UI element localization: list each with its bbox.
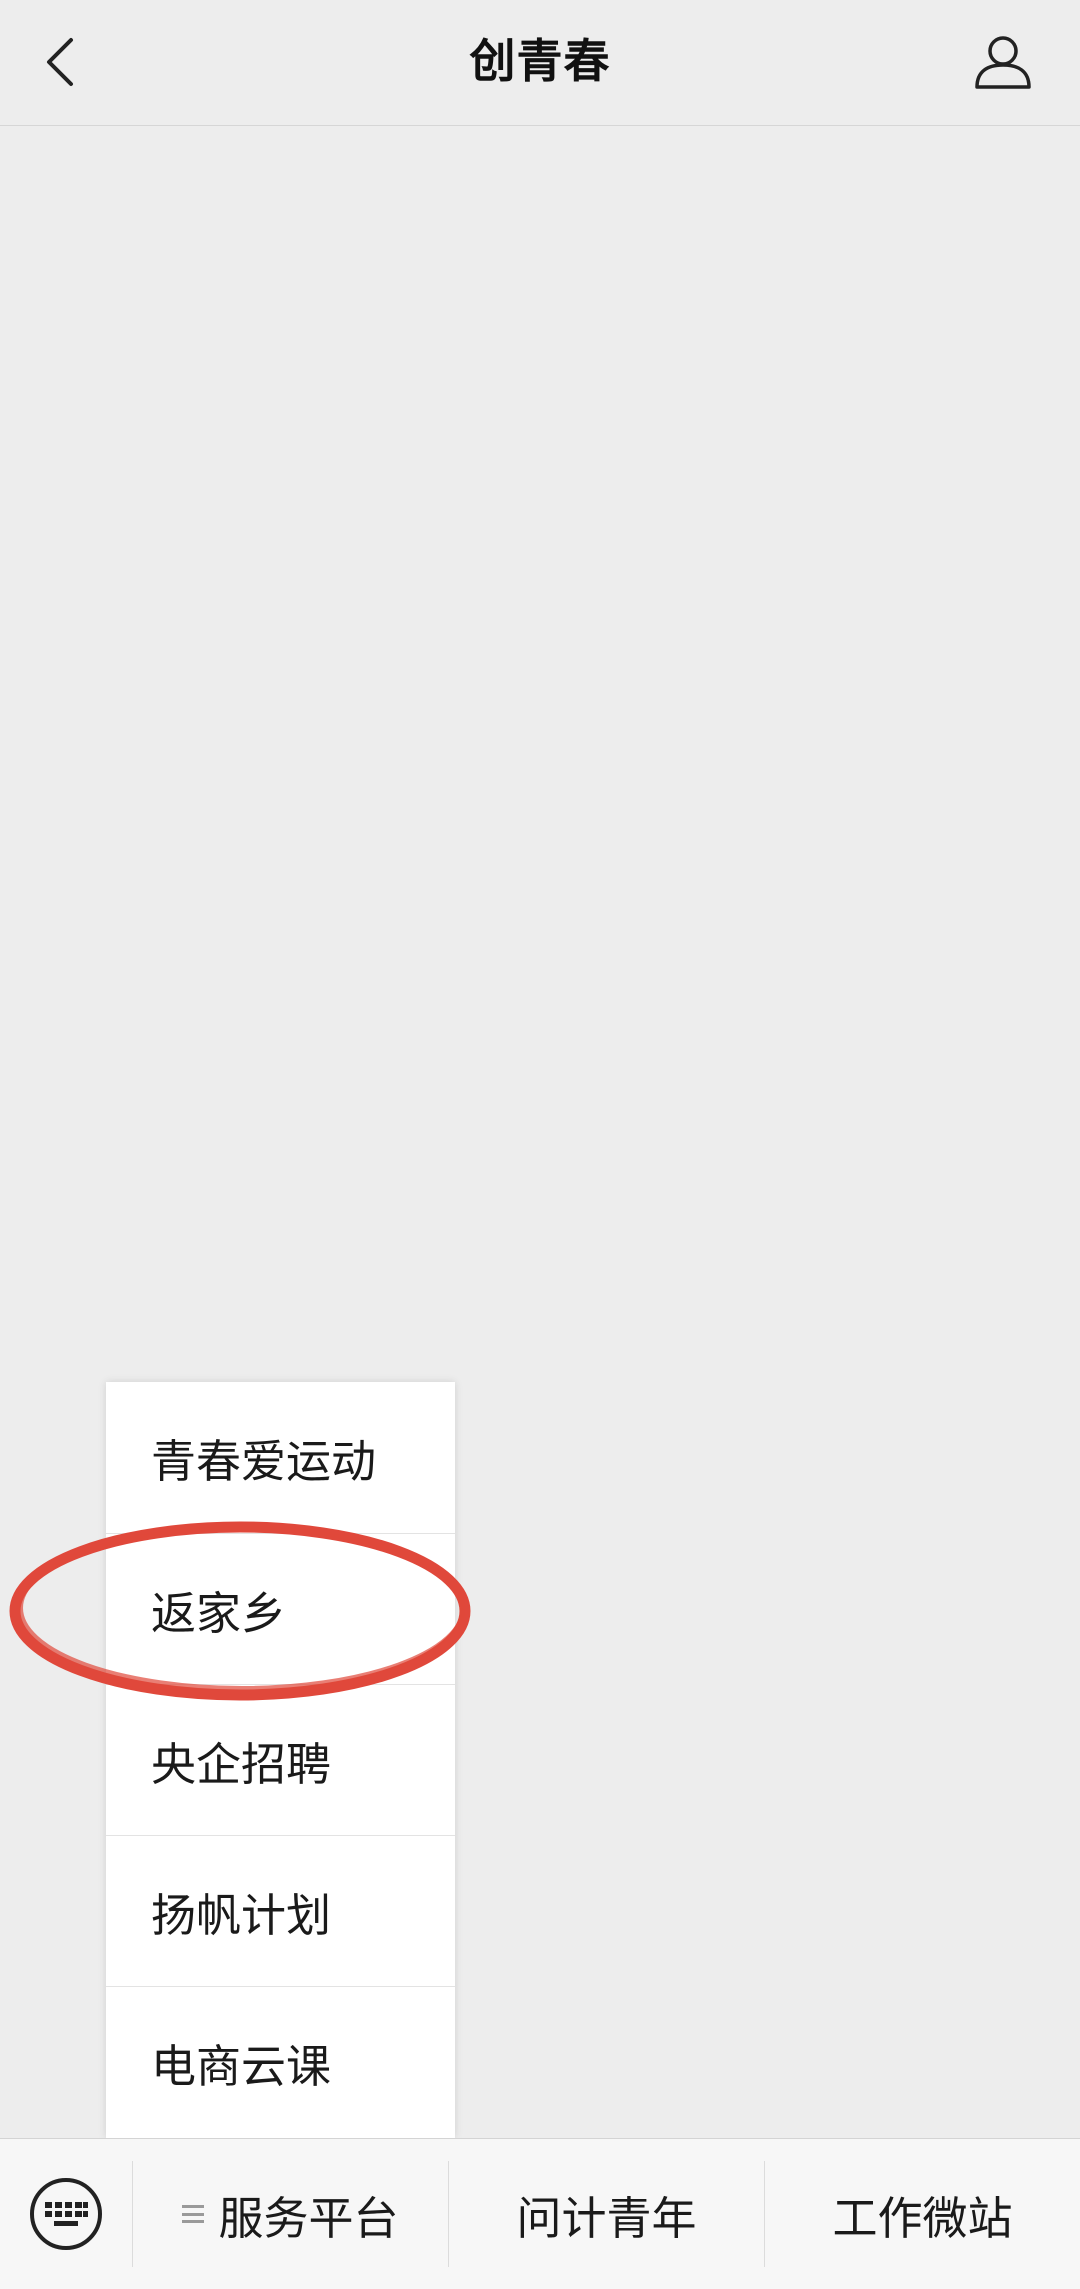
- keyboard-toggle-button[interactable]: [0, 2161, 133, 2267]
- tab-label: 工作微站: [832, 2191, 1013, 2245]
- tab-label: 问计青年: [516, 2191, 697, 2245]
- submenu-item-sail-plan[interactable]: 扬帆计划: [106, 1836, 455, 1987]
- profile-button[interactable]: [968, 30, 1038, 94]
- tab-ask-youth[interactable]: 问计青年: [449, 2161, 765, 2267]
- submenu-item-soe-recruitment[interactable]: 央企招聘: [106, 1685, 455, 1836]
- tab-service-platform[interactable]: 服务平台: [133, 2161, 449, 2267]
- tab-label: 服务平台: [218, 2191, 399, 2245]
- service-submenu: 青春爱运动 返家乡 央企招聘 扬帆计划 电商云课: [106, 1382, 455, 2138]
- tab-work-microsite[interactable]: 工作微站: [765, 2161, 1080, 2267]
- person-icon: [975, 36, 1031, 89]
- bottom-menu-bar: 服务平台 问计青年 工作微站: [0, 2138, 1080, 2289]
- page-title: 创青春: [469, 34, 611, 88]
- submenu-item-youth-sports[interactable]: 青春爱运动: [106, 1382, 455, 1534]
- submenu-item-label: 青春爱运动: [151, 1435, 377, 1488]
- submenu-item-label: 返家乡: [151, 1586, 287, 1640]
- submenu-item-label: 电商云课: [151, 2040, 332, 2093]
- keyboard-icon: [30, 2178, 102, 2250]
- submenu-item-label: 扬帆计划: [151, 1888, 332, 1942]
- list-icon: [182, 2205, 205, 2223]
- navigation-bar: 创青春: [0, 0, 1080, 126]
- submenu-item-return-home[interactable]: 返家乡: [106, 1534, 455, 1685]
- submenu-item-label: 央企招聘: [151, 1737, 332, 1791]
- submenu-item-ecommerce-course[interactable]: 电商云课: [106, 1987, 455, 2138]
